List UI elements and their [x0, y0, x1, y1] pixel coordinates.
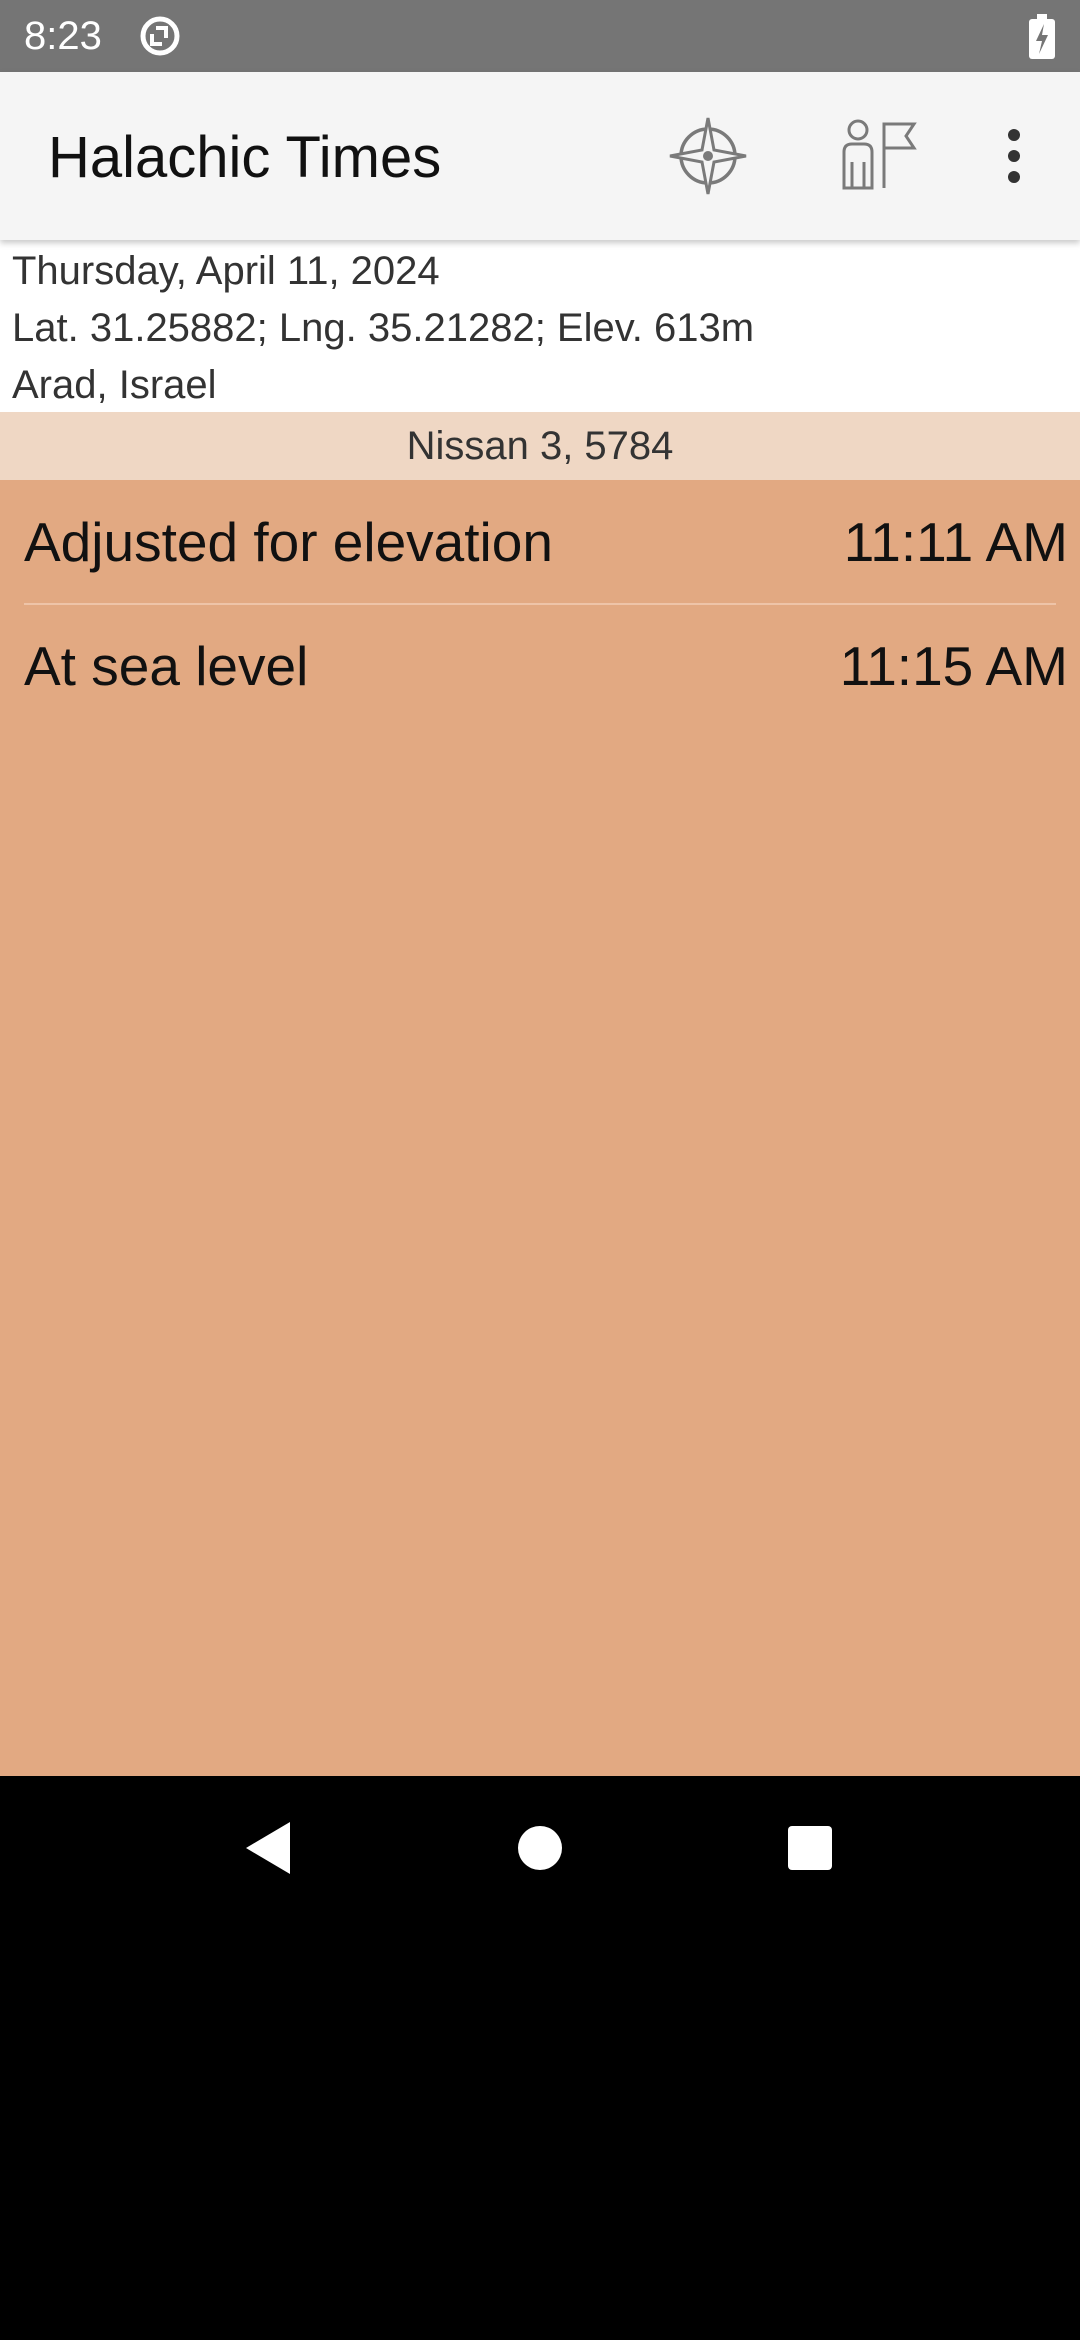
app-title: Halachic Times — [48, 125, 442, 190]
back-icon — [246, 1822, 290, 1874]
place-name: Arad, Israel — [12, 363, 217, 407]
time-value: 11:15 AM — [839, 635, 1068, 697]
time-label: Adjusted for elevation — [24, 511, 553, 573]
hebrew-date-bar: Nissan 3, 5784 — [0, 412, 1080, 480]
more-vert-icon — [1008, 129, 1020, 183]
list-item[interactable]: At sea level 11:15 AM — [0, 604, 1080, 728]
recents-icon — [788, 1826, 832, 1870]
app-bar: Halachic Times — [0, 72, 1080, 240]
back-button[interactable] — [216, 1796, 320, 1900]
location-button[interactable] — [658, 106, 758, 206]
list-item[interactable]: Adjusted for elevation 11:11 AM — [0, 480, 1080, 605]
times-list: Adjusted for elevation 11:11 AM At sea l… — [0, 480, 1080, 1776]
more-options-button[interactable] — [964, 106, 1064, 206]
zmanim-button[interactable] — [828, 106, 928, 206]
home-icon — [518, 1826, 562, 1870]
battery-charging-icon — [1028, 14, 1056, 60]
recents-button[interactable] — [758, 1796, 862, 1900]
home-button[interactable] — [488, 1796, 592, 1900]
sync-icon — [138, 14, 182, 58]
gregorian-date: Thursday, April 11, 2024 — [12, 249, 440, 293]
status-bar: 8:23 — [0, 0, 1080, 72]
time-label: At sea level — [24, 635, 309, 697]
hebrew-date: Nissan 3, 5784 — [406, 423, 674, 468]
location-info-panel[interactable]: Thursday, April 11, 2024 Lat. 31.25882; … — [0, 240, 1080, 412]
location-crosshair-icon — [669, 117, 747, 195]
navigation-bar — [0, 1776, 1080, 1920]
time-value: 11:11 AM — [843, 511, 1068, 573]
person-flag-icon — [842, 119, 917, 190]
status-time: 8:23 — [24, 14, 102, 58]
coordinates: Lat. 31.25882; Lng. 35.21282; Elev. 613m — [12, 306, 755, 350]
